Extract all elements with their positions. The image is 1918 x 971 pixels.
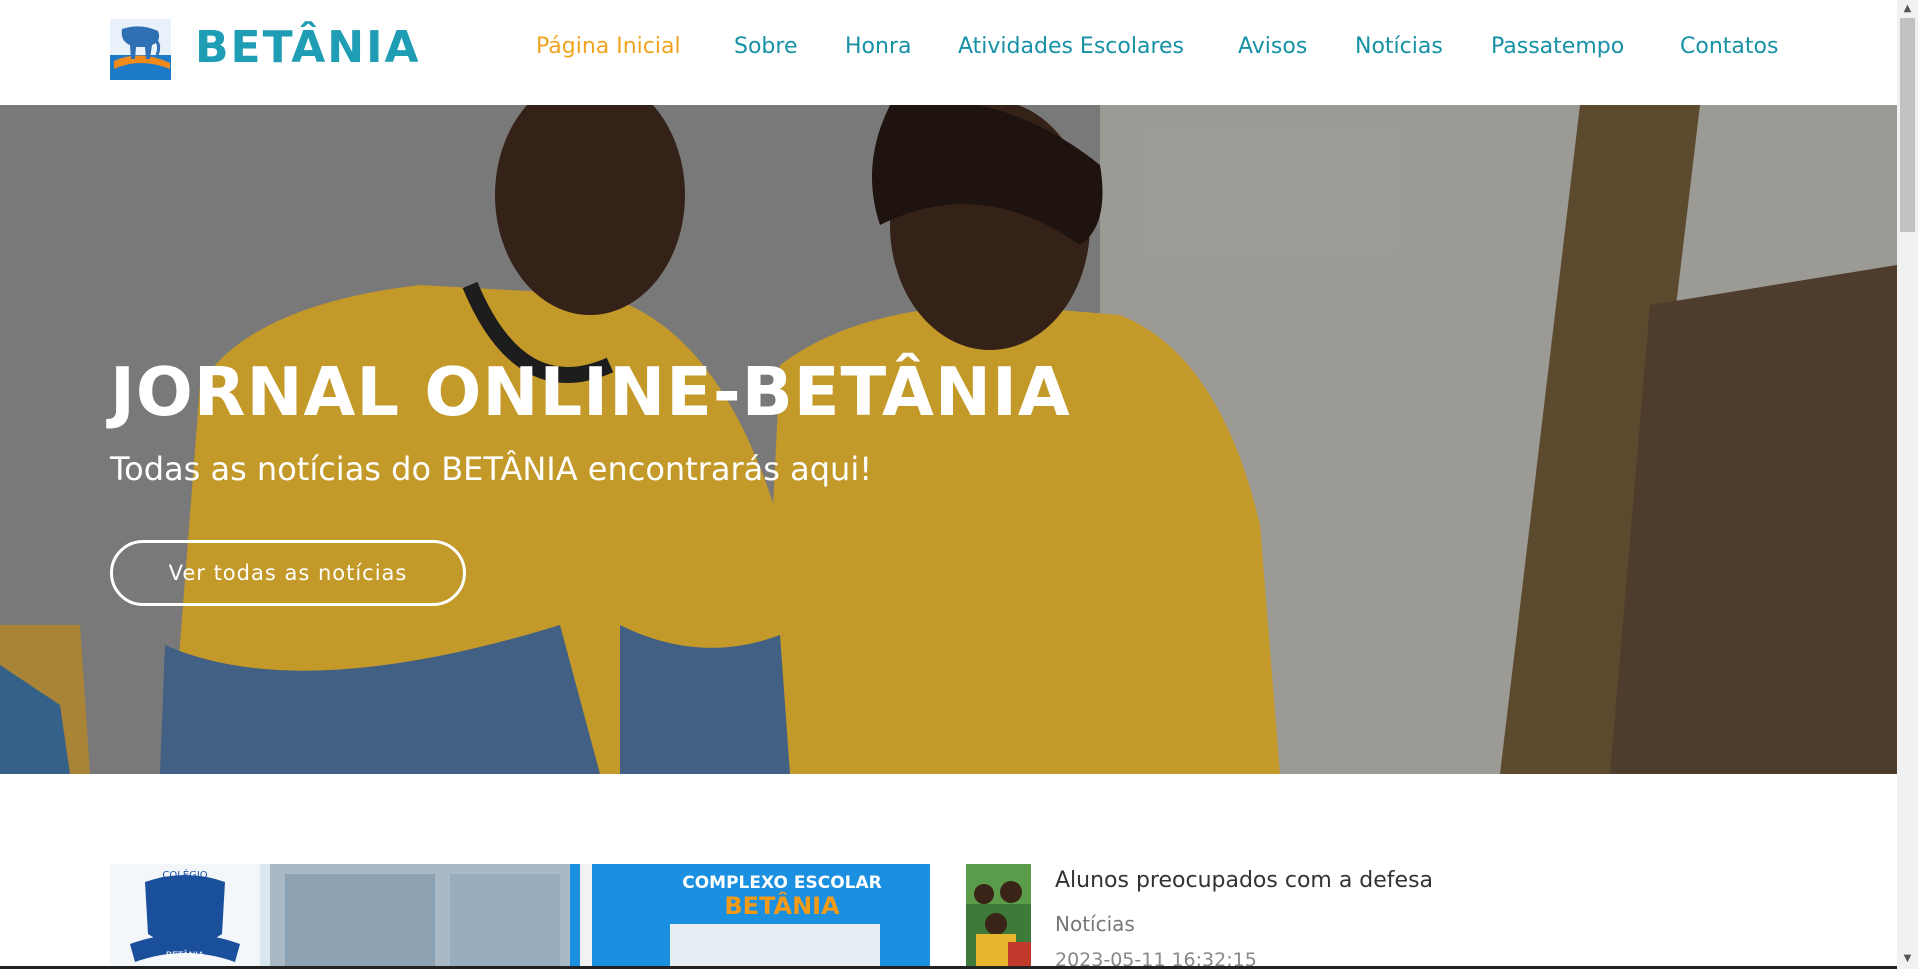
hero-banner: JORNAL ONLINE-BETÂNIA Todas as notícias …: [0, 105, 1897, 774]
scroll-up-arrow-icon[interactable]: ▲: [1900, 2, 1915, 16]
svg-text:BETÂNIA: BETÂNIA: [166, 949, 205, 961]
svg-text:BETÂNIA: BETÂNIA: [724, 891, 840, 920]
svg-text:COMPLEXO ESCOLAR: COMPLEXO ESCOLAR: [682, 873, 881, 893]
svg-text:COLÉGIO: COLÉGIO: [162, 868, 207, 881]
main-nav: Página Inicial Sobre Honra Atividades Es…: [0, 34, 1897, 66]
hero-subtitle: Todas as notícias do BETÂNIA encontrarás…: [110, 450, 873, 488]
hero-title: JORNAL ONLINE-BETÂNIA: [110, 353, 1071, 431]
nav-item-avisos[interactable]: Avisos: [1238, 34, 1307, 59]
featured-news-image[interactable]: COLÉGIO BETÂNIA COMPLEXO ESCOLAR BETÂNIA: [110, 864, 930, 969]
site-header: BETÂNIA Página Inicial Sobre Honra Ativi…: [0, 0, 1897, 105]
scrollbar-thumb[interactable]: [1900, 18, 1915, 232]
news-title[interactable]: Alunos preocupados com a defesa: [1055, 868, 1433, 893]
nav-item-atividades-escolares[interactable]: Atividades Escolares: [958, 34, 1184, 59]
nav-item-sobre[interactable]: Sobre: [734, 34, 798, 59]
nav-item-contatos[interactable]: Contatos: [1680, 34, 1778, 59]
nav-item-passatempo[interactable]: Passatempo: [1491, 34, 1624, 59]
nav-item-pagina-inicial[interactable]: Página Inicial: [536, 34, 681, 59]
scroll-down-arrow-icon[interactable]: ▼: [1900, 952, 1915, 966]
news-thumbnail[interactable]: [966, 864, 1031, 969]
nav-item-honra[interactable]: Honra: [845, 34, 911, 59]
hero-overlay: [0, 105, 1897, 774]
nav-item-noticias[interactable]: Notícias: [1355, 34, 1443, 59]
news-category[interactable]: Notícias: [1055, 912, 1135, 936]
view-all-news-button[interactable]: Ver todas as notícias: [110, 540, 466, 606]
